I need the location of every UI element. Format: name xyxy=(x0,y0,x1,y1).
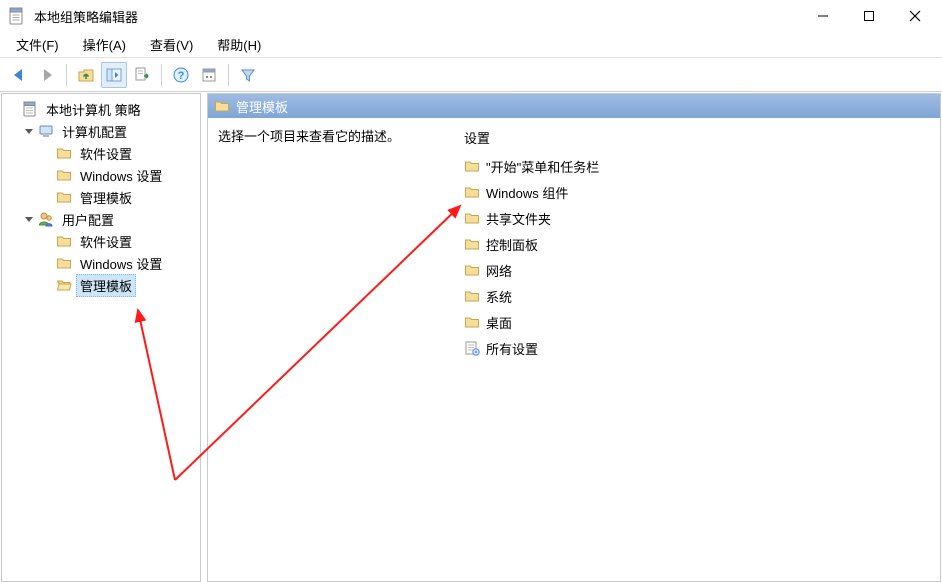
list-item[interactable]: "开始"菜单和任务栏 xyxy=(464,153,930,179)
toolbar-separator xyxy=(66,64,67,86)
app-icon xyxy=(8,7,26,25)
folder-open-icon xyxy=(56,277,72,293)
forward-button[interactable] xyxy=(34,62,60,88)
list-item[interactable]: 桌面 xyxy=(464,309,930,335)
help-button[interactable]: ? xyxy=(168,62,194,88)
tree-software-settings-user[interactable]: 软件设置 xyxy=(4,230,198,252)
list-item-label: 系统 xyxy=(486,287,512,306)
tree-label: 软件设置 xyxy=(76,142,136,165)
tree-label: 软件设置 xyxy=(76,230,136,253)
folder-icon xyxy=(56,233,72,249)
menu-file[interactable]: 文件(F) xyxy=(10,32,65,57)
svg-text:?: ? xyxy=(178,70,185,82)
folder-icon xyxy=(464,314,480,330)
list-item-label: 共享文件夹 xyxy=(486,209,551,228)
list-item-label: Windows 组件 xyxy=(486,183,568,202)
list-item-label: 网络 xyxy=(486,261,512,280)
description-prompt: 选择一个项目来查看它的描述。 xyxy=(218,126,454,145)
menu-view[interactable]: 查看(V) xyxy=(144,32,199,57)
tree-label-selected: 管理模板 xyxy=(76,274,136,297)
list-item-label: 控制面板 xyxy=(486,235,538,254)
minimize-button[interactable] xyxy=(800,0,846,32)
detail-header-title: 管理模板 xyxy=(236,97,288,116)
maximize-button[interactable] xyxy=(846,0,892,32)
list-item[interactable]: Windows 组件 xyxy=(464,179,930,205)
tree-user-config[interactable]: 用户配置 xyxy=(4,208,198,230)
up-button[interactable] xyxy=(73,62,99,88)
titlebar: 本地组策略编辑器 xyxy=(0,0,942,32)
close-button[interactable] xyxy=(892,0,938,32)
folder-icon xyxy=(56,189,72,205)
chevron-down-icon[interactable] xyxy=(22,212,36,226)
tree-windows-settings-user[interactable]: Windows 设置 xyxy=(4,252,198,274)
folder-icon xyxy=(464,158,480,174)
back-button[interactable] xyxy=(6,62,32,88)
settings-column: 设置 "开始"菜单和任务栏 Windows 组件 xyxy=(464,126,930,573)
folder-icon xyxy=(56,145,72,161)
tree-computer-config[interactable]: 计算机配置 xyxy=(4,120,198,142)
settings-column-header: 设置 xyxy=(464,126,930,153)
description-column: 选择一个项目来查看它的描述。 xyxy=(218,126,454,573)
folder-icon xyxy=(464,184,480,200)
menubar: 文件(F) 操作(A) 查看(V) 帮助(H) xyxy=(0,32,942,58)
chevron-down-icon[interactable] xyxy=(22,124,36,138)
all-settings-icon xyxy=(464,340,480,356)
tree-software-settings[interactable]: 软件设置 xyxy=(4,142,198,164)
folder-icon xyxy=(214,98,230,114)
filter-button[interactable] xyxy=(235,62,261,88)
tree-label: 用户配置 xyxy=(58,208,118,231)
list-item[interactable]: 所有设置 xyxy=(464,335,930,361)
list-item[interactable]: 共享文件夹 xyxy=(464,205,930,231)
folder-icon xyxy=(56,167,72,183)
list-item[interactable]: 控制面板 xyxy=(464,231,930,257)
folder-icon xyxy=(464,262,480,278)
tree: 本地计算机 策略 计算机配置 xyxy=(2,94,200,300)
tree-label: Windows 设置 xyxy=(76,164,166,187)
tree-label: 管理模板 xyxy=(76,186,136,209)
detail-pane: 管理模板 选择一个项目来查看它的描述。 设置 "开始"菜单和任务栏 xyxy=(207,93,941,582)
tree-windows-settings[interactable]: Windows 设置 xyxy=(4,164,198,186)
tree-label: Windows 设置 xyxy=(76,252,166,275)
list-item-label: 所有设置 xyxy=(486,339,538,358)
list-item-label: "开始"菜单和任务栏 xyxy=(486,157,599,176)
toolbar-separator xyxy=(161,64,162,86)
tree-admin-templates-computer[interactable]: 管理模板 xyxy=(4,186,198,208)
policy-icon xyxy=(22,101,38,117)
list-item[interactable]: 系统 xyxy=(464,283,930,309)
properties-button[interactable] xyxy=(196,62,222,88)
tree-label: 本地计算机 策略 xyxy=(42,98,145,121)
tree-root[interactable]: 本地计算机 策略 xyxy=(4,98,198,120)
menu-help[interactable]: 帮助(H) xyxy=(211,32,267,57)
export-list-button[interactable] xyxy=(129,62,155,88)
show-hide-tree-button[interactable] xyxy=(101,62,127,88)
tree-label: 计算机配置 xyxy=(58,120,131,143)
tree-admin-templates-user[interactable]: 管理模板 xyxy=(4,274,198,296)
computer-icon xyxy=(38,123,54,139)
folder-icon xyxy=(464,210,480,226)
toolbar-separator xyxy=(228,64,229,86)
tree-pane: 本地计算机 策略 计算机配置 xyxy=(1,93,201,582)
app-window: 本地组策略编辑器 文件(F) 操作(A) 查看(V) 帮助(H) xyxy=(0,0,942,582)
window-title: 本地组策略编辑器 xyxy=(34,7,138,26)
menu-action[interactable]: 操作(A) xyxy=(77,32,132,57)
user-icon xyxy=(38,211,54,227)
folder-icon xyxy=(464,288,480,304)
folder-icon xyxy=(464,236,480,252)
detail-header: 管理模板 xyxy=(208,94,940,118)
expander-icon[interactable] xyxy=(6,102,20,116)
folder-icon xyxy=(56,255,72,271)
toolbar: ? xyxy=(0,58,942,92)
list-item-label: 桌面 xyxy=(486,313,512,332)
list-item[interactable]: 网络 xyxy=(464,257,930,283)
detail-body: 选择一个项目来查看它的描述。 设置 "开始"菜单和任务栏 Win xyxy=(208,118,940,581)
main-area: 本地计算机 策略 计算机配置 xyxy=(0,92,942,582)
